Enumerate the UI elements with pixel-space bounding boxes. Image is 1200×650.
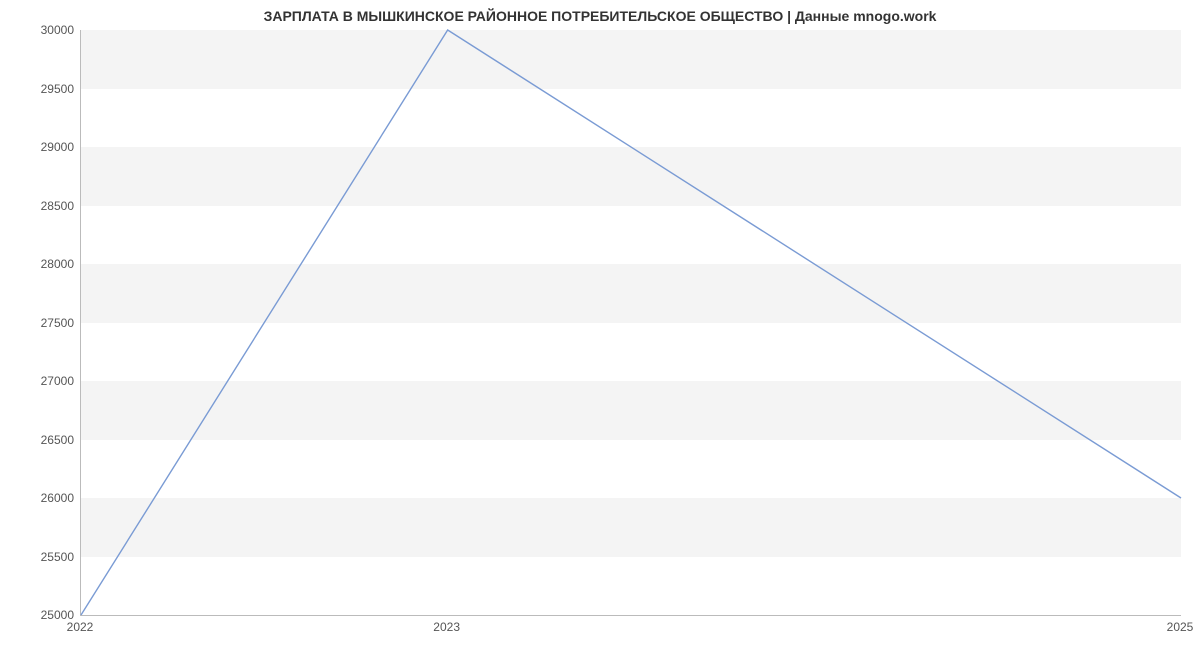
x-tick-label: 2025 (1167, 620, 1194, 634)
y-tick-label: 30000 (14, 23, 74, 37)
y-tick-label: 27500 (14, 316, 74, 330)
line-layer (81, 30, 1181, 615)
line-chart: ЗАРПЛАТА В МЫШКИНСКОЕ РАЙОННОЕ ПОТРЕБИТЕ… (0, 0, 1200, 650)
series-line (81, 30, 1181, 615)
y-tick-label: 28500 (14, 199, 74, 213)
y-tick-label: 29000 (14, 140, 74, 154)
x-tick-label: 2022 (67, 620, 94, 634)
y-tick-label: 27000 (14, 374, 74, 388)
y-tick-label: 28000 (14, 257, 74, 271)
x-tick-label: 2023 (433, 620, 460, 634)
y-tick-label: 25000 (14, 608, 74, 622)
plot-area (80, 30, 1181, 616)
y-tick-label: 26500 (14, 433, 74, 447)
chart-title: ЗАРПЛАТА В МЫШКИНСКОЕ РАЙОННОЕ ПОТРЕБИТЕ… (0, 8, 1200, 24)
y-tick-label: 25500 (14, 550, 74, 564)
y-tick-label: 26000 (14, 491, 74, 505)
y-tick-label: 29500 (14, 82, 74, 96)
